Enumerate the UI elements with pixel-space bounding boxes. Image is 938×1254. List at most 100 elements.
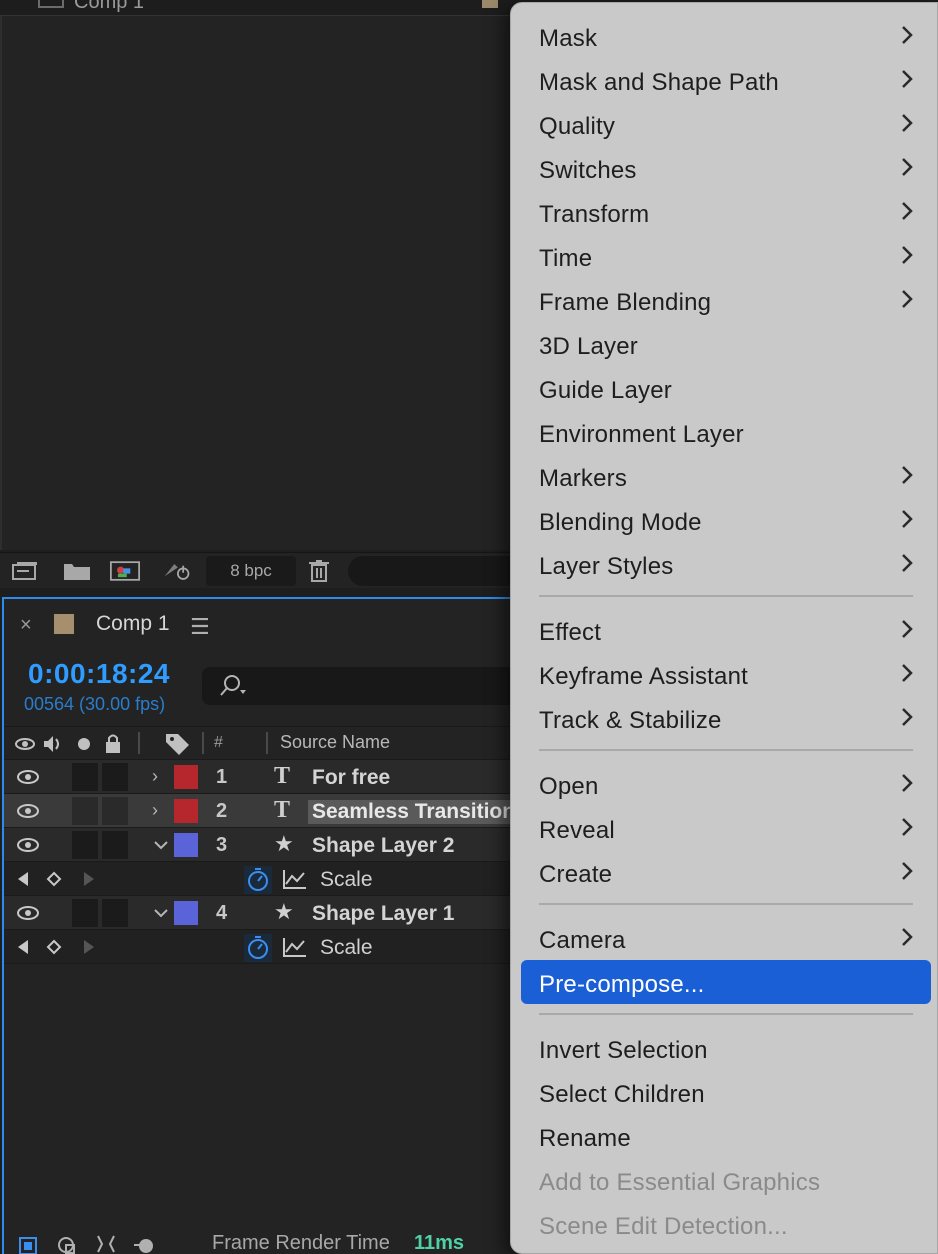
interpret-footage-icon[interactable] xyxy=(10,559,40,583)
submenu-chevron-icon xyxy=(902,708,913,726)
current-timecode[interactable]: 0:00:18:24 xyxy=(28,658,170,690)
submenu-chevron-icon xyxy=(902,510,913,528)
visibility-eye-icon[interactable] xyxy=(16,804,40,818)
menu-item-invert-selection[interactable]: Invert Selection xyxy=(521,1026,931,1070)
menu-item-markers[interactable]: Markers xyxy=(521,454,931,498)
menu-item-reveal[interactable]: Reveal xyxy=(521,806,931,850)
layer-label-color[interactable] xyxy=(174,901,198,925)
menu-item-time[interactable]: Time xyxy=(521,234,931,278)
menu-item-track-stabilize[interactable]: Track & Stabilize xyxy=(521,696,931,740)
menu-item-transform[interactable]: Transform xyxy=(521,190,931,234)
submenu-chevron-icon xyxy=(902,774,913,792)
menu-item-label: Invert Selection xyxy=(539,1037,708,1064)
visibility-eye-icon[interactable] xyxy=(16,906,40,920)
graph-editor-icon[interactable] xyxy=(282,936,308,958)
twirl-chevron-icon[interactable]: › xyxy=(152,766,158,787)
menu-item-keyframe-assistant[interactable]: Keyframe Assistant xyxy=(521,652,931,696)
submenu-chevron-icon xyxy=(902,862,913,880)
twirl-expanded-chevron-icon[interactable] xyxy=(152,906,170,920)
text-layer-icon: T xyxy=(274,797,291,823)
layer-context-menu: Mask Mask and Shape Path Quality Switches Tr… xyxy=(510,2,938,1254)
menu-item-rename[interactable]: Rename xyxy=(521,1114,931,1158)
stopwatch-icon[interactable] xyxy=(244,934,272,962)
column-separator[interactable] xyxy=(202,732,204,754)
layer-number: 4 xyxy=(216,902,228,924)
stopwatch-icon[interactable] xyxy=(244,866,272,894)
layer-label-color[interactable] xyxy=(174,799,198,823)
new-composition-icon[interactable] xyxy=(110,559,140,583)
menu-item-effect[interactable]: Effect xyxy=(521,608,931,652)
project-settings-icon[interactable] xyxy=(162,559,192,583)
solo-switch[interactable] xyxy=(72,831,98,859)
lock-switch[interactable] xyxy=(102,899,128,927)
menu-item-label: Mask and Shape Path xyxy=(539,69,779,96)
layer-number: 2 xyxy=(216,800,228,822)
layer-number: 1 xyxy=(216,766,228,788)
visibility-header-icon xyxy=(15,738,35,750)
layer-label-color[interactable] xyxy=(174,765,198,789)
menu-item-guide-layer[interactable]: Guide Layer xyxy=(521,366,931,410)
layer-name[interactable]: Shape Layer 1 xyxy=(312,902,454,926)
menu-separator xyxy=(539,1013,913,1015)
frame-render-time-value: 11ms xyxy=(414,1232,465,1254)
menu-item-frame-blending[interactable]: Frame Blending xyxy=(521,278,931,322)
layer-label-color[interactable] xyxy=(174,833,198,857)
menu-item-select-children[interactable]: Select Children xyxy=(521,1070,931,1114)
column-separator[interactable] xyxy=(266,732,268,754)
twirl-chevron-icon[interactable]: › xyxy=(152,800,158,821)
keyframe-navigator[interactable] xyxy=(16,870,106,888)
menu-item-3d-layer[interactable]: 3D Layer xyxy=(521,322,931,366)
motion-blur-icon xyxy=(134,1239,153,1253)
visibility-eye-icon[interactable] xyxy=(16,770,40,784)
keyframe-navigator[interactable] xyxy=(16,938,106,956)
menu-item-pre-compose[interactable]: Pre-compose... xyxy=(521,960,931,1004)
layer-name[interactable]: Seamless Transition xyxy=(308,800,520,824)
menu-item-create[interactable]: Create xyxy=(521,850,931,894)
solo-switch[interactable] xyxy=(72,899,98,927)
lock-switch[interactable] xyxy=(102,763,128,791)
switch-column-icons xyxy=(15,734,120,753)
menu-item-quality[interactable]: Quality xyxy=(521,102,931,146)
menu-item-label: Rename xyxy=(539,1125,631,1152)
panel-menu-icon[interactable]: ☰ xyxy=(190,614,210,640)
project-item-title[interactable]: Comp 1 xyxy=(74,0,144,14)
property-name[interactable]: Scale xyxy=(320,868,373,892)
close-tab-icon[interactable]: × xyxy=(20,614,32,637)
menu-separator xyxy=(539,903,913,905)
source-name-header[interactable]: Source Name xyxy=(280,732,390,753)
menu-item-label: Switches xyxy=(539,157,637,184)
lock-switch[interactable] xyxy=(102,831,128,859)
menu-item-environment-layer[interactable]: Environment Layer xyxy=(521,410,931,454)
menu-item-mask[interactable]: Mask xyxy=(521,14,931,58)
menu-item-camera[interactable]: Camera xyxy=(521,916,931,960)
menu-item-layer-styles[interactable]: Layer Styles xyxy=(521,542,931,586)
menu-item-switches[interactable]: Switches xyxy=(521,146,931,190)
twirl-expanded-chevron-icon[interactable] xyxy=(152,838,170,852)
label-tag-icon xyxy=(166,734,189,755)
lock-switch[interactable] xyxy=(102,797,128,825)
layer-name[interactable]: Shape Layer 2 xyxy=(312,834,454,858)
menu-item-label: Time xyxy=(539,245,593,272)
layer-number-header[interactable]: # xyxy=(214,734,223,752)
timeline-tab-title[interactable]: Comp 1 xyxy=(96,612,170,636)
submenu-chevron-icon xyxy=(902,620,913,638)
menu-item-mask-and-shape-path[interactable]: Mask and Shape Path xyxy=(521,58,931,102)
bit-depth-button[interactable]: 8 bpc xyxy=(206,556,296,586)
menu-item-blending-mode[interactable]: Blending Mode xyxy=(521,498,931,542)
menu-item-open[interactable]: Open xyxy=(521,762,931,806)
layer-name[interactable]: For free xyxy=(312,766,390,790)
transfer-controls-icon xyxy=(58,1237,75,1254)
project-scrollbar[interactable] xyxy=(348,556,528,586)
solo-switch[interactable] xyxy=(72,797,98,825)
menu-item-label: 3D Layer xyxy=(539,333,638,360)
solo-switch[interactable] xyxy=(72,763,98,791)
property-name[interactable]: Scale xyxy=(320,936,373,960)
menu-item-label: Pre-compose... xyxy=(539,971,705,998)
column-separator[interactable] xyxy=(138,732,140,754)
graph-editor-icon[interactable] xyxy=(282,868,308,890)
menu-item-label: Environment Layer xyxy=(539,421,744,448)
new-folder-icon[interactable] xyxy=(62,559,92,583)
visibility-eye-icon[interactable] xyxy=(16,838,40,852)
trash-icon[interactable] xyxy=(304,559,334,583)
prev-keyframe-icon xyxy=(18,940,28,954)
